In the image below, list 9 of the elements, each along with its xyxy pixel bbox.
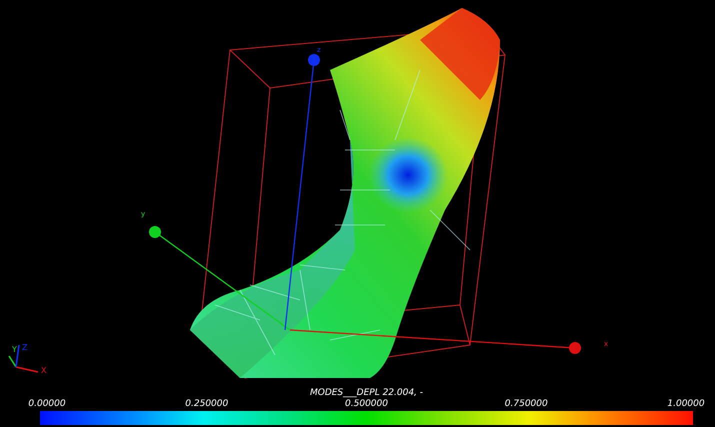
colorbar-tick-label: 0.500000: [345, 399, 388, 410]
colorbar-tick-label: 0.00000: [28, 399, 66, 410]
colorbar-title: MODES___DEPL 22.004, -: [308, 388, 424, 399]
triad-label: Y: [12, 345, 17, 354]
triad-label: X: [41, 366, 46, 375]
triad-label: Z: [22, 343, 28, 352]
colorbar-tick-label: 0.250000: [185, 399, 228, 410]
colorbar-tick-label: 1.00000: [667, 399, 705, 410]
colorbar-tick-label: 0.750000: [504, 399, 548, 410]
